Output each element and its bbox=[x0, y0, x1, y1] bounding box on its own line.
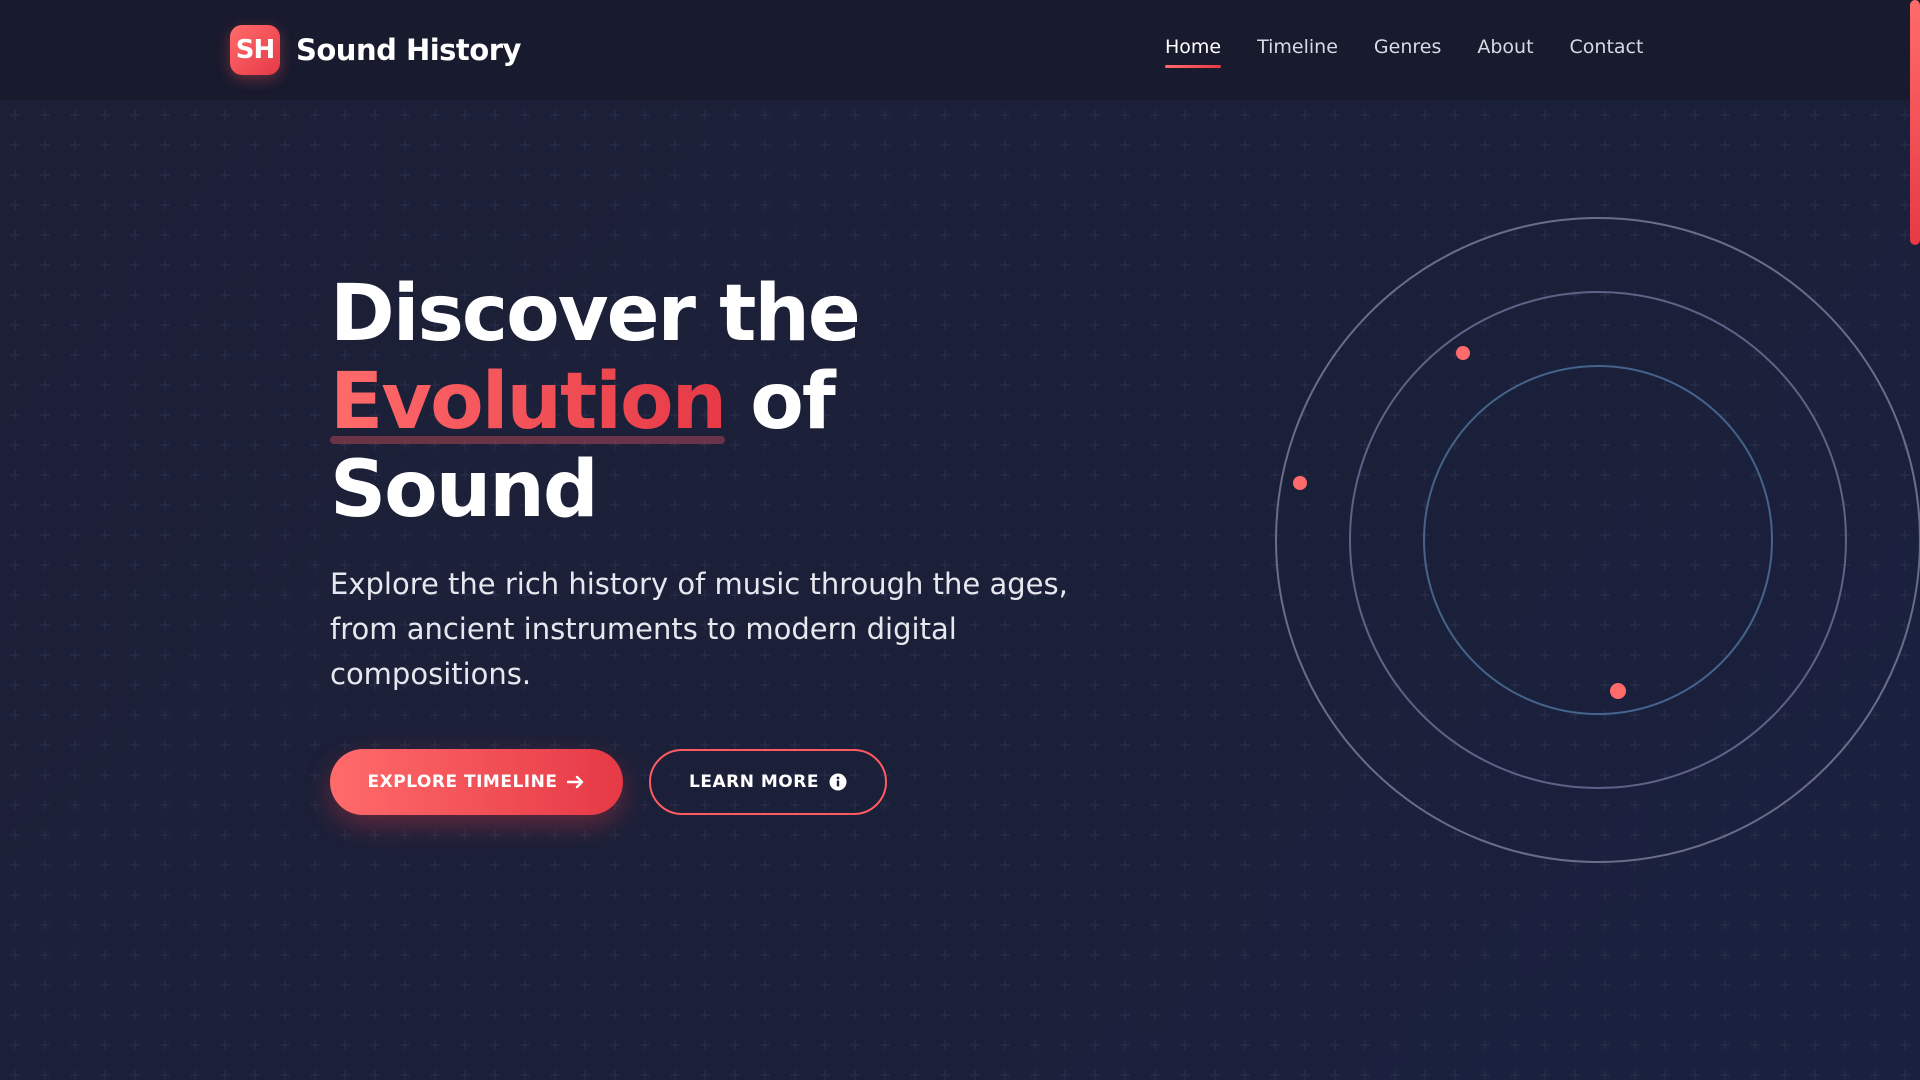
info-icon bbox=[829, 773, 847, 791]
orbit-dot bbox=[1293, 476, 1307, 490]
hero-title-of: of bbox=[725, 357, 836, 447]
sound-wave-bars bbox=[1490, 488, 1704, 592]
outer-ring bbox=[1275, 217, 1920, 863]
accent-underline bbox=[330, 436, 726, 444]
learn-more-button[interactable]: LEARN MORE bbox=[649, 749, 887, 815]
brand-name: Sound History bbox=[296, 33, 521, 67]
brand-logo[interactable]: SH Sound History bbox=[230, 25, 521, 75]
nav-item-genres[interactable]: Genres bbox=[1374, 36, 1441, 68]
scrollbar-thumb[interactable] bbox=[1910, 0, 1920, 245]
inner-ring bbox=[1423, 365, 1773, 715]
hero-buttons: EXPLORE TIMELINE LEARN MORE bbox=[330, 749, 1110, 815]
explore-timeline-label: EXPLORE TIMELINE bbox=[367, 772, 558, 792]
orbit-dot bbox=[1610, 683, 1626, 699]
hero-title: Discover the Evolution of Sound bbox=[330, 270, 1110, 534]
nav-item-contact[interactable]: Contact bbox=[1570, 36, 1644, 68]
learn-more-label: LEARN MORE bbox=[689, 772, 819, 792]
sound-wave-visual bbox=[1275, 217, 1920, 863]
hero-title-line3: Sound bbox=[330, 445, 599, 535]
nav-item-home[interactable]: Home bbox=[1165, 36, 1222, 68]
nav-item-about[interactable]: About bbox=[1477, 36, 1533, 68]
hero-description: Explore the rich history of music throug… bbox=[330, 567, 1068, 691]
hero-section: Discover the Evolution of Sound Explore … bbox=[330, 270, 1110, 815]
hero-title-accent: Evolution bbox=[330, 357, 726, 447]
site-header: SH Sound History Home Timeline Genres Ab… bbox=[0, 0, 1920, 100]
nav-item-timeline[interactable]: Timeline bbox=[1257, 36, 1338, 68]
hero-title-line1: Discover the bbox=[330, 269, 861, 359]
logo-badge: SH bbox=[230, 25, 280, 75]
explore-timeline-button[interactable]: EXPLORE TIMELINE bbox=[330, 749, 623, 815]
orbit-dot bbox=[1456, 346, 1470, 360]
main-nav: Home Timeline Genres About Contact bbox=[1165, 36, 1679, 68]
arrow-right-icon bbox=[567, 775, 585, 789]
